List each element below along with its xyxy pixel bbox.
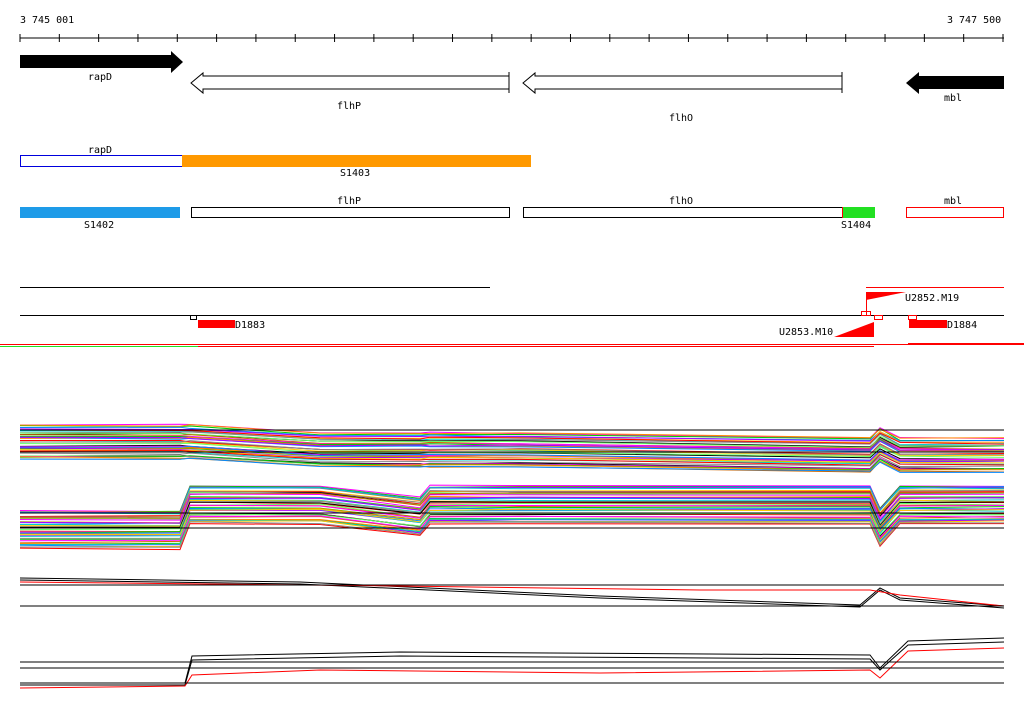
feature-U2852-M19[interactable]	[866, 292, 906, 300]
segment-S1402[interactable]	[20, 207, 180, 218]
feature-U2853-M10[interactable]	[834, 322, 874, 337]
gene-flhO[interactable]: flhO	[522, 71, 843, 124]
gene-flhP[interactable]: flhP	[190, 71, 510, 112]
gene-label: flhP	[337, 101, 361, 112]
gene-label: rapD	[88, 72, 112, 83]
segment-flhO[interactable]	[523, 207, 843, 218]
gene-arrow[interactable]	[190, 71, 510, 95]
segment-label: S1404	[841, 220, 871, 231]
feature-label: D1884	[947, 320, 977, 331]
feature-label: U2853.M10	[779, 327, 833, 338]
segment-mbl[interactable]	[906, 207, 1004, 218]
gene-arrow[interactable]	[522, 71, 843, 95]
feature-D1884[interactable]	[909, 320, 947, 328]
segment-label: mbl	[944, 196, 962, 207]
genome-browser-canvas: 3 745 001 3 747 500 rapD flhP flhO mbl r…	[0, 15, 1024, 689]
segment-label: S1402	[84, 220, 114, 231]
axis-end-label: 3 747 500	[947, 15, 1001, 26]
expression-tracks	[19, 423, 1005, 689]
gene-arrow[interactable]	[906, 72, 1004, 94]
feature-D1883[interactable]	[198, 320, 235, 328]
gene-rapD[interactable]: rapD	[20, 51, 183, 83]
segment-S1403[interactable]	[182, 155, 531, 167]
segment-label: flhP	[337, 196, 361, 207]
feature-label: U2852.M19	[905, 293, 959, 304]
profile-line	[20, 637, 1005, 684]
gene-mbl[interactable]: mbl	[906, 72, 1004, 104]
segment-label: S1403	[340, 168, 370, 179]
profile-line	[19, 579, 1005, 609]
segment-flhP[interactable]	[191, 207, 510, 218]
profile-line	[20, 641, 1005, 686]
segment-label: rapD	[88, 145, 112, 156]
segment-label: flhO	[669, 196, 693, 207]
gene-arrow[interactable]	[20, 51, 183, 73]
gene-label: flhO	[669, 113, 693, 124]
segment-rapD[interactable]	[20, 155, 183, 167]
segment-S1404[interactable]	[843, 207, 875, 218]
axis-start-label: 3 745 001	[20, 15, 74, 26]
gene-label: mbl	[944, 93, 962, 104]
feature-label: D1883	[235, 320, 265, 331]
